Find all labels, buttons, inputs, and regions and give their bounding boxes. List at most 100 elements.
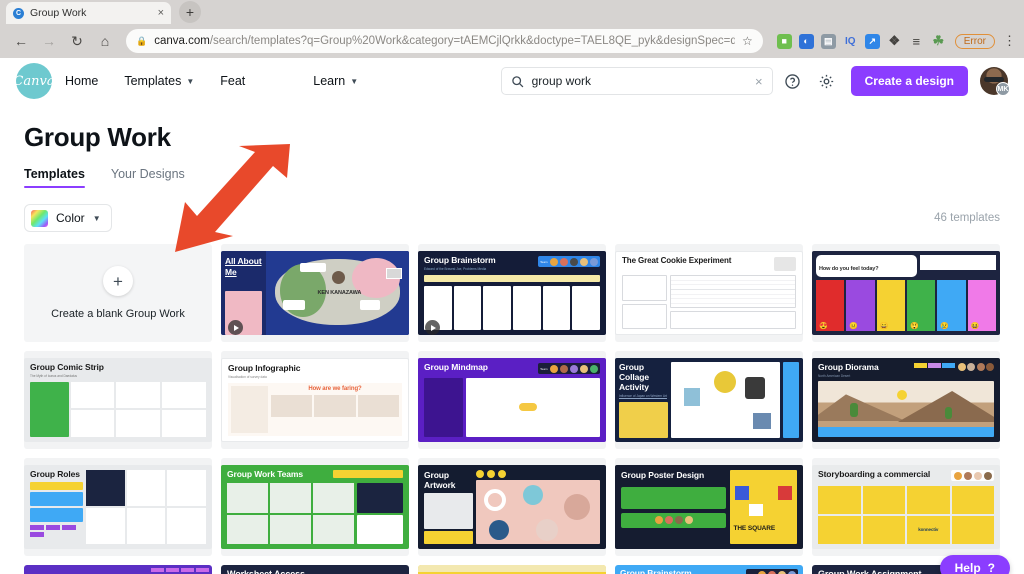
new-tab-button[interactable]: + xyxy=(179,1,201,23)
template-count: 46 templates xyxy=(934,212,1000,224)
chevron-down-icon: ▼ xyxy=(350,76,359,86)
template-title: Group Infographic xyxy=(228,363,301,373)
error-status-badge[interactable]: Error xyxy=(954,33,995,49)
canva-favicon-icon: C xyxy=(13,7,24,19)
extensions-puzzle-icon[interactable]: ❖ xyxy=(887,33,902,49)
question-circle-icon xyxy=(785,73,800,89)
avatar[interactable]: MK xyxy=(980,67,1010,96)
tab-strip: C Group Work × + xyxy=(0,0,1024,24)
reading-list-icon[interactable]: ≡ xyxy=(909,34,924,49)
team-avatars xyxy=(424,531,474,544)
template-card-group-brainstorm[interactable]: Group Brainstorm Edward of the Bravest J… xyxy=(418,244,606,342)
template-card-group-diorama[interactable]: Group Diorama North American Desert xyxy=(812,351,1000,449)
nav-item-templates[interactable]: Templates ▼ xyxy=(111,74,207,88)
template-grid: + Create a blank Group Work All About Me… xyxy=(24,244,1000,556)
template-card-group-poster-design[interactable]: Group Poster Design THE SQUARE xyxy=(615,458,803,556)
nav-item-learn-label: Learn xyxy=(313,74,346,88)
reload-button[interactable]: ↻ xyxy=(64,28,90,54)
nav-item-learn[interactable]: Learn ▼ xyxy=(300,74,371,88)
team-avatars xyxy=(957,363,994,371)
template-card-great-cookie-experiment[interactable]: The Great Cookie Experiment xyxy=(615,244,803,342)
chevron-down-icon: ▼ xyxy=(186,76,195,86)
template-center-text: How are we faring? xyxy=(308,385,362,392)
broccoli-extension-icon[interactable]: ☘ xyxy=(931,33,946,49)
canva-logo[interactable]: Canva xyxy=(13,63,55,99)
create-a-design-button[interactable]: Create a design xyxy=(850,66,968,96)
search-input[interactable]: group work × xyxy=(500,67,773,95)
template-title: Storyboarding a commercial xyxy=(818,469,931,479)
tab-templates[interactable]: Templates xyxy=(24,167,85,188)
template-title: Group Diorama xyxy=(818,362,879,372)
nav-item-templates-label: Templates xyxy=(124,74,182,88)
team-avatars: Team xyxy=(537,363,600,374)
template-card-group-brainstorm-blue[interactable]: Group Brainstorm Scientific Practice Tea… xyxy=(615,565,803,574)
browser-menu-icon[interactable]: ⋮ xyxy=(1003,33,1016,49)
tab-title: Group Work xyxy=(30,7,87,19)
nav-item-home-label: Home xyxy=(65,74,99,88)
team-avatars xyxy=(951,470,994,481)
filter-row: Color ▼ 46 templates xyxy=(24,204,1000,232)
help-button[interactable] xyxy=(779,67,807,95)
template-title: Group Work Teams xyxy=(227,469,304,479)
nav-item-home[interactable]: Home xyxy=(52,74,111,88)
address-bar[interactable]: 🔒 canva.com/search/templates?q=Group%20W… xyxy=(126,29,763,53)
settings-button[interactable] xyxy=(813,67,841,95)
template-title: How do you feel today? xyxy=(819,266,879,272)
clear-search-icon[interactable]: × xyxy=(755,74,763,89)
red-arrow-annotation xyxy=(175,144,290,252)
browser-toolbar: ← → ↻ ⌂ 🔒 canva.com/search/templates?q=G… xyxy=(0,24,1024,58)
extension-iq-icon[interactable]: IQ xyxy=(843,34,858,49)
extension-gray-icon[interactable]: ▤ xyxy=(820,33,836,49)
nav-item-features-label: Feat xyxy=(220,74,246,88)
template-card-law-of-inertia[interactable]: The Law of Inertia xyxy=(418,565,606,574)
template-card-group-comic-strip[interactable]: Group Comic Strip The Myth of Icarus and… xyxy=(24,351,212,449)
template-card-storyboarding-a-commercial[interactable]: Storyboarding a commercial konnectiv xyxy=(812,458,1000,556)
url-text: canva.com/search/templates?q=Group%20Wor… xyxy=(154,35,735,47)
template-center-text: THE SQUARE xyxy=(733,525,776,533)
extension-blue-arrow-icon[interactable]: ↗ xyxy=(864,33,880,49)
template-card-group-collage-activity[interactable]: Group Collage Activity Influence of Japa… xyxy=(615,351,803,449)
extension-icons: ■ ◐ ▤ IQ ↗ ❖ ≡ ☘ Error ⋮ xyxy=(771,33,1016,49)
template-title: Group Mindmap xyxy=(424,362,488,372)
page-content: Group Work Templates Your Designs Color … xyxy=(0,122,1024,574)
play-button[interactable] xyxy=(228,320,243,335)
team-avatars: Team xyxy=(537,256,600,267)
template-card-group-artwork[interactable]: Group Artwork xyxy=(418,458,606,556)
back-button[interactable]: ← xyxy=(8,28,34,54)
template-card-group-work-teams[interactable]: Group Work Teams xyxy=(221,458,409,556)
template-grid-bottom-row: Worksheet Access The Law of Inertia Grou… xyxy=(24,565,1000,574)
create-blank-label: Create a blank Group Work xyxy=(51,308,185,320)
create-blank-card[interactable]: + Create a blank Group Work xyxy=(24,244,212,342)
template-card-group-infographic[interactable]: Group Infographic Visualisation of surve… xyxy=(221,351,409,449)
template-title: Group Artwork xyxy=(424,470,456,491)
forward-button[interactable]: → xyxy=(36,28,62,54)
help-button-floating[interactable]: Help ? xyxy=(939,555,1010,574)
template-card-group-mindmap[interactable]: Group Mindmap Team xyxy=(418,351,606,449)
help-label: Help xyxy=(954,561,981,574)
template-card-how-do-you-feel-today[interactable]: How do you feel today? 😍 😐 😄 😲 😢 😆 xyxy=(812,244,1000,342)
extension-blue-circle-icon[interactable]: ◐ xyxy=(798,33,814,49)
color-filter-button[interactable]: Color ▼ xyxy=(24,204,112,232)
template-card-all-about-me[interactable]: All About Me KEN KANAZAWA xyxy=(221,244,409,342)
template-card-group-roles[interactable]: Group Roles xyxy=(24,458,212,556)
search-value: group work xyxy=(531,74,591,88)
template-card-worksheet-access[interactable]: Worksheet Access xyxy=(221,565,409,574)
canva-header: Canva Home Templates ▼ Feat Learn ▼ grou… xyxy=(0,58,1024,104)
play-button[interactable] xyxy=(425,320,440,335)
template-center-text: KEN KANAZAWA xyxy=(317,289,362,296)
browser-tab[interactable]: C Group Work × xyxy=(6,2,171,24)
color-swatch-icon xyxy=(31,209,48,227)
nav-item-features[interactable]: Feat xyxy=(207,74,258,88)
extension-green-icon[interactable]: ■ xyxy=(776,33,792,49)
home-button[interactable]: ⌂ xyxy=(92,28,118,54)
url-path: /search/templates?q=Group%20Work&categor… xyxy=(209,35,735,47)
template-card-activity-purple-yellow[interactable] xyxy=(24,565,212,574)
team-avatars xyxy=(621,512,727,528)
tab-your-designs[interactable]: Your Designs xyxy=(111,167,185,188)
template-title: Worksheet Access xyxy=(227,569,305,574)
close-tab-icon[interactable]: × xyxy=(158,7,164,19)
avatar-badge: MK xyxy=(996,82,1010,96)
template-title: Group Comic Strip xyxy=(30,362,104,372)
bookmark-star-icon[interactable]: ☆ xyxy=(742,34,753,48)
template-title: Group Collage Activity xyxy=(619,362,650,393)
